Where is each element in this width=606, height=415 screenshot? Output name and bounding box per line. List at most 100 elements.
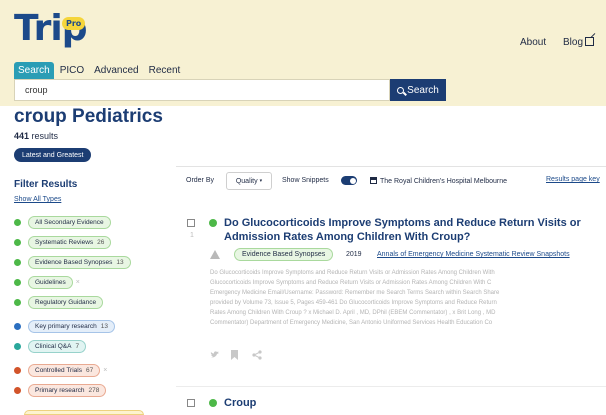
divider (176, 166, 606, 167)
filter-dot (14, 218, 21, 226)
snippet-line: Rates Among Children With Croup ? x Mich… (210, 310, 496, 316)
results-count-number: 441 (14, 131, 30, 141)
filter-item-clinical-qa[interactable]: Clinical Q&A 7 (14, 338, 174, 354)
result-title-line-2: Admission Rates Among Children With Crou… (224, 231, 471, 243)
filter-item-key-primary-research[interactable]: Key primary research 13 (14, 318, 174, 334)
filter-list: All Secondary Evidence Systematic Review… (14, 214, 174, 402)
evidence-pyramid-icon (210, 250, 220, 259)
pro-badge: Pro (62, 17, 86, 30)
share-icon[interactable] (252, 350, 262, 360)
filter-label: Evidence Based Synopses (35, 258, 113, 266)
close-icon[interactable]: × (76, 279, 80, 286)
trip-logo[interactable]: Trip Pro (14, 8, 87, 49)
filter-count: 7 (75, 342, 80, 350)
filter-count: 26 (97, 238, 105, 246)
close-icon[interactable]: × (103, 367, 107, 374)
filter-pill[interactable]: Primary research 278 (28, 383, 107, 397)
filter-pill[interactable]: Key primary research 13 (28, 319, 116, 333)
snippet-line: provided by Volume 73, Issue 5, Pages 45… (210, 300, 497, 306)
filter-count: 278 (88, 386, 100, 394)
result-checkbox[interactable] (187, 219, 195, 227)
snippet-line: Commentator) Department of Emergency Med… (210, 320, 493, 326)
filter-pill[interactable]: Evidence Based Synopses 13 (28, 255, 131, 269)
filter-item-all-secondary-evidence[interactable]: All Secondary Evidence (14, 214, 174, 230)
filter-item-guidelines[interactable]: Guidelines × (14, 274, 174, 290)
filter-item-regulatory-guidance[interactable]: Regulatory Guidance (14, 294, 174, 310)
external-link-icon (585, 37, 595, 46)
filter-dot (14, 366, 21, 374)
filter-dot (14, 238, 21, 246)
search-button[interactable]: Search (390, 79, 446, 101)
show-all-types-link[interactable]: Show All Types (14, 196, 61, 203)
result-title[interactable]: Do Glucocorticoids Improve Symptoms and … (224, 216, 581, 244)
filter-pill[interactable]: Clinical Q&A 7 (28, 339, 87, 353)
show-snippets-label: Show Snippets (282, 177, 329, 184)
order-by-value: Quality (235, 177, 258, 185)
header: Trip Pro About Blog Search PICO Advanced… (0, 0, 606, 106)
about-link[interactable]: About (520, 37, 546, 48)
result-evidence-dot (209, 399, 217, 407)
filter-item-primary-research[interactable]: Primary research 278 (14, 382, 174, 398)
filter-pill[interactable]: All Secondary Evidence (28, 215, 111, 229)
result-year: 2019 (346, 251, 362, 258)
filter-label: Regulatory Guidance (35, 298, 97, 306)
result-title[interactable]: Croup (224, 396, 256, 410)
search-icon (397, 86, 405, 94)
source-filter[interactable]: The Royal Children's Hospital Melbourne (370, 177, 507, 185)
filter-label: Systematic Reviews (35, 238, 94, 246)
bookmark-icon[interactable] (231, 350, 238, 360)
tab-search[interactable]: Search (14, 62, 54, 79)
snippet-line: Glucocorticoids Improve Symptoms and Red… (210, 280, 492, 286)
result-snippet: Do Glucocorticoids Improve Symptoms and … (210, 268, 606, 328)
tab-advanced[interactable]: Advanced (90, 62, 142, 79)
blog-link[interactable]: Blog (563, 37, 595, 48)
filter-item-controlled-trials[interactable]: Controlled Trials 67 × (14, 362, 174, 378)
filter-label: Primary research (35, 386, 85, 394)
twitter-icon[interactable] (210, 350, 220, 360)
filter-label: Key primary research (35, 322, 97, 330)
divider (176, 386, 606, 387)
filter-pill-partial (24, 410, 144, 415)
source-label: The Royal Children's Hospital Melbourne (380, 178, 508, 185)
snippet-line: Do Glucocorticoids Improve Symptoms and … (210, 270, 495, 276)
result-type-badge: Evidence Based Synopses (234, 248, 334, 261)
filter-label: Controlled Trials (35, 366, 82, 374)
filter-label: Guidelines (35, 278, 66, 286)
filter-item-systematic-reviews[interactable]: Systematic Reviews 26 (14, 234, 174, 250)
filter-pill[interactable]: Systematic Reviews 26 (28, 235, 112, 249)
filter-dot (14, 322, 21, 330)
blog-link-label: Blog (563, 37, 584, 48)
result-evidence-dot (209, 219, 217, 227)
page-title: croup Pediatrics (14, 106, 163, 127)
latest-and-greatest-button[interactable]: Latest and Greatest (14, 148, 92, 162)
snippet-line: Emergency Medicine Email/Username: Passw… (210, 290, 500, 296)
filter-dot (14, 278, 21, 286)
filter-pill[interactable]: Guidelines (28, 275, 73, 289)
chevron-down-icon: ▾ (259, 178, 263, 184)
filter-dot (14, 386, 21, 394)
search-button-label: Search (407, 84, 439, 96)
filter-count: 13 (116, 258, 124, 266)
filter-count: 67 (85, 366, 94, 374)
filter-dot (14, 342, 21, 350)
result-journal-link[interactable]: Annals of Emergency Medicine Systematic … (377, 251, 570, 258)
order-by-label: Order By (186, 177, 215, 184)
filter-dot (14, 298, 21, 306)
tab-pico[interactable]: PICO (56, 62, 88, 79)
filter-pill[interactable]: Controlled Trials 67 (28, 363, 101, 377)
result-checkbox[interactable] (187, 399, 195, 407)
search-input[interactable] (14, 79, 390, 101)
building-icon (370, 177, 377, 184)
results-count: 441 results (14, 131, 58, 141)
filter-item-evidence-based-synopses[interactable]: Evidence Based Synopses 13 (14, 254, 174, 270)
results-page-key-link[interactable]: Results page key (546, 176, 600, 183)
result-title-line-1: Do Glucocorticoids Improve Symptoms and … (224, 217, 581, 229)
show-snippets-toggle[interactable] (341, 176, 357, 185)
order-by-select[interactable]: Quality ▾ (226, 172, 272, 190)
filter-dot (14, 258, 21, 266)
filter-heading: Filter Results (14, 179, 78, 190)
filter-pill[interactable]: Regulatory Guidance (28, 295, 104, 309)
results-count-suffix: results (31, 131, 59, 141)
filter-count: 13 (100, 322, 109, 330)
tab-recent[interactable]: Recent (145, 62, 185, 79)
